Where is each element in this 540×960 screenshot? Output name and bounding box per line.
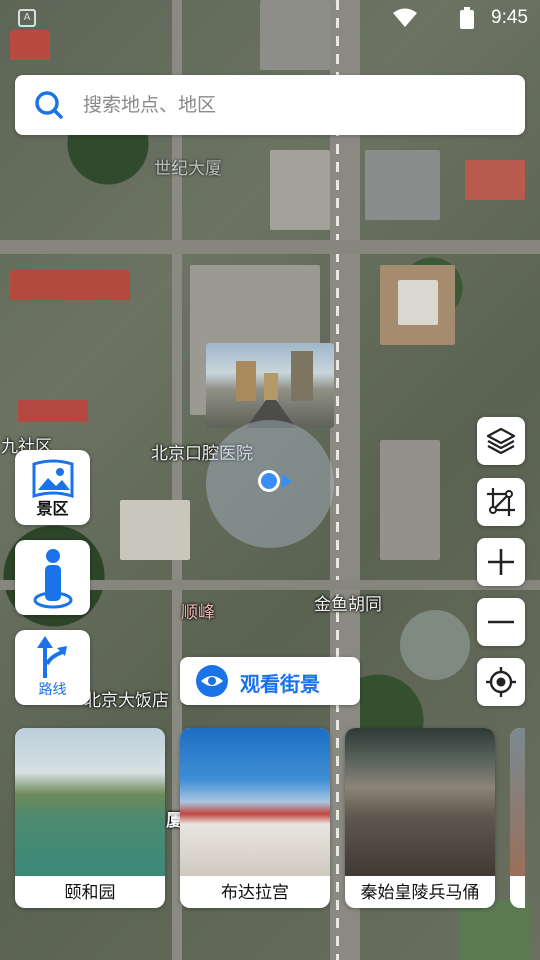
scenic-card[interactable]: 秦始皇陵兵马俑 [345, 728, 495, 908]
pegman-icon [33, 549, 72, 609]
scenic-card-name: 秦始皇陵兵马俑 [360, 883, 480, 903]
scenic-area-button[interactable]: 景区 [15, 450, 90, 525]
status-bar: A 9:45 [0, 0, 540, 36]
map-label: 金鱼胡同 [314, 595, 382, 615]
crosshair-icon [486, 667, 516, 697]
scenic-card[interactable]: 颐和园 [15, 728, 165, 908]
map-label[interactable]: 顺峰 [181, 598, 215, 623]
scenic-card-image [15, 728, 165, 876]
eye-icon [196, 665, 228, 697]
watch-street-view-button[interactable]: 观看街景 [180, 657, 360, 705]
zoom-in-button[interactable] [477, 538, 525, 586]
building [18, 400, 88, 422]
location-marker[interactable] [258, 470, 280, 492]
layers-icon [486, 427, 516, 455]
street-view-pegman-button[interactable] [15, 540, 90, 615]
building [10, 270, 130, 300]
route-button[interactable]: 路线 [15, 630, 90, 705]
search-input[interactable] [83, 75, 503, 135]
street-view-preview[interactable] [206, 343, 334, 428]
road-marking [336, 0, 339, 960]
wifi-icon [393, 8, 417, 27]
scenic-card-partial[interactable] [510, 728, 525, 908]
map-label[interactable]: 北京大饭店 [84, 686, 169, 711]
scenic-card-name: 颐和园 [64, 883, 116, 903]
scenic-card[interactable]: 布达拉宫 [180, 728, 330, 908]
battery-icon [460, 7, 474, 29]
building [365, 150, 440, 220]
search-icon [35, 91, 63, 119]
route-label: 路线 [38, 682, 67, 698]
my-location-button[interactable] [477, 658, 525, 706]
direction-arrow-icon [282, 474, 292, 488]
building [400, 610, 470, 680]
building [380, 440, 440, 560]
status-time: 9:45 [491, 7, 528, 28]
building [465, 160, 525, 200]
app-notification-icon: A [18, 9, 36, 27]
building [270, 150, 330, 230]
scenic-card-image [345, 728, 495, 876]
watch-street-view-label: 观看街景 [240, 672, 320, 696]
road [0, 240, 540, 254]
route-icon [36, 636, 67, 678]
building [120, 500, 190, 560]
minus-icon [488, 620, 514, 624]
map-label: 世纪大厦 [154, 159, 222, 179]
plus-icon [488, 549, 514, 575]
search-bar[interactable] [15, 75, 525, 135]
scenic-card-image [180, 728, 330, 876]
scenic-card-name: 布达拉宫 [221, 883, 289, 903]
scenic-area-label: 景区 [36, 499, 69, 518]
zoom-out-button[interactable] [477, 598, 525, 646]
measure-button[interactable] [477, 478, 525, 526]
measure-icon [487, 488, 515, 516]
building [398, 280, 438, 325]
building [460, 900, 530, 960]
layers-button[interactable] [477, 417, 525, 465]
